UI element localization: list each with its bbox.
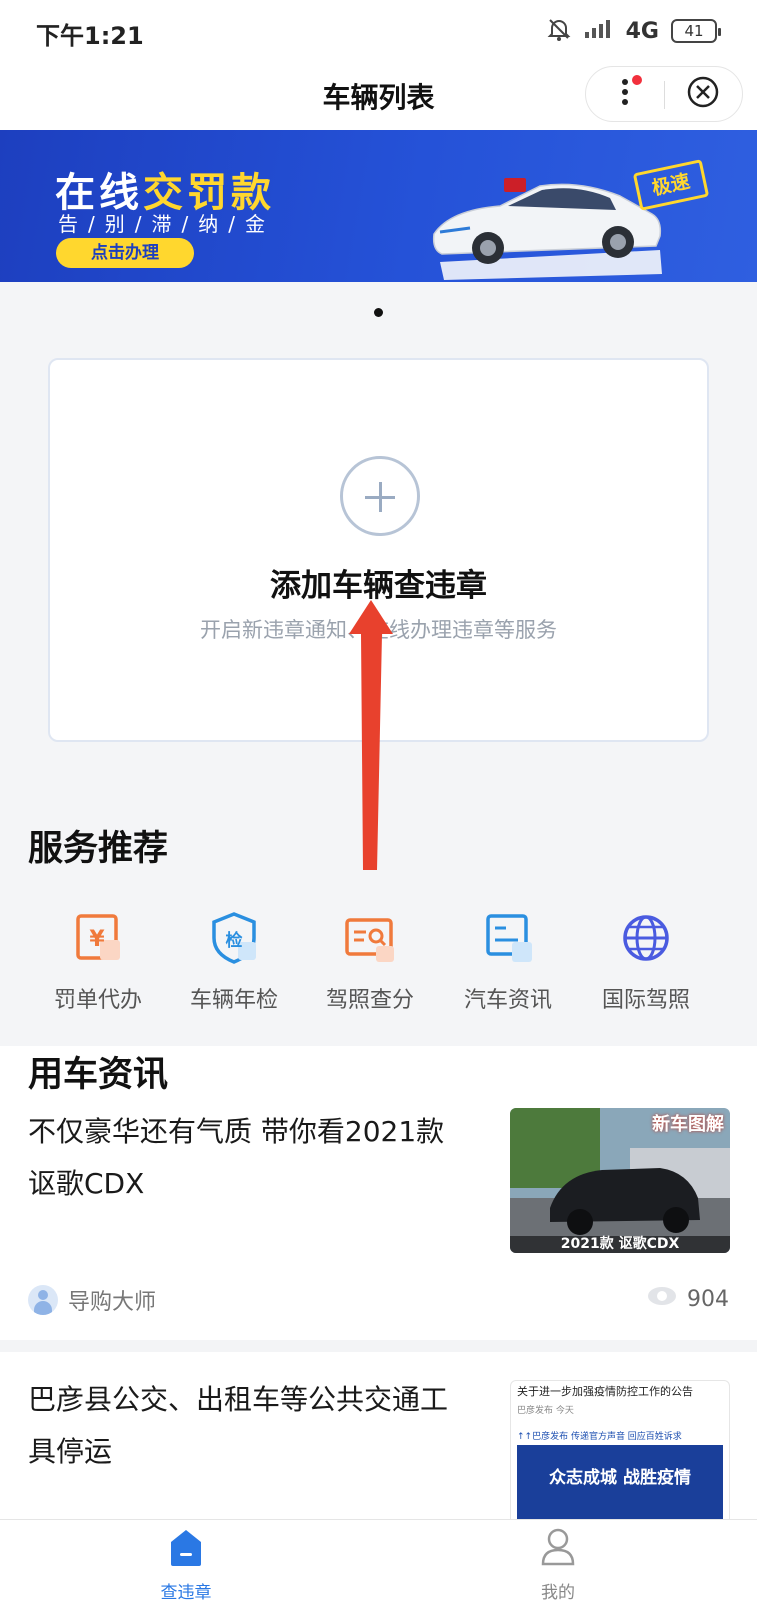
more-dots-icon (620, 77, 630, 111)
close-icon (686, 75, 720, 113)
service-label: 罚单代办 (53, 988, 142, 1013)
news-thumb-header: 关于进一步加强疫情防控工作的公告 (517, 1385, 693, 1398)
service-annual-inspection[interactable]: 检 车辆年检 (164, 900, 304, 1014)
news-thumb-slogan: 众志成城 战胜疫情 (549, 1468, 691, 1488)
service-car-news[interactable]: 汽车资讯 (438, 900, 578, 1014)
news-views: 904 (647, 1286, 729, 1312)
news-thumb-caption: 2021款 讴歌CDX (560, 1236, 680, 1252)
nav-bar: 车辆列表 (0, 62, 757, 130)
news-view-count: 904 (687, 1286, 729, 1312)
news-thumb-tag: 新车图解 (652, 1114, 724, 1135)
svg-text:检: 检 (226, 930, 243, 951)
news-title: 巴彦县公交、出租车等公共交通工具停运 (28, 1383, 449, 1468)
user-icon (539, 1528, 577, 1572)
add-plus-icon[interactable] (340, 456, 420, 536)
banner-action-button[interactable]: 点击办理 (56, 238, 194, 268)
service-intl-license[interactable]: 国际驾照 (576, 900, 716, 1014)
globe-icon (618, 910, 674, 966)
status-time: 下午1:21 (36, 22, 144, 50)
services-grid: ¥ 罚单代办 检 车辆年检 驾照查分 汽车资讯 国际驾照 (0, 900, 757, 1020)
home-icon (167, 1530, 205, 1572)
close-button[interactable] (664, 67, 742, 121)
news-meta: 导购大师 (28, 1284, 156, 1316)
mute-bell-icon (546, 16, 572, 46)
tab-mine[interactable]: 我的 (488, 1526, 628, 1600)
news-thumb-links: ↑↑巴彦发布 传递官方声音 回应百姓诉求 (517, 1432, 682, 1442)
ticket-yuan-icon: ¥ (70, 910, 126, 966)
news-thumbnail: 关于进一步加强疫情防控工作的公告 巴彦发布 今天 ↑↑巴彦发布 传递官方声音 回… (510, 1380, 730, 1525)
status-indicators: 4G 41 (546, 16, 721, 46)
tab-label: 查违章 (160, 1583, 212, 1600)
bottom-tab-bar: 查违章 我的 (0, 1519, 757, 1600)
battery-icon: 41 (671, 19, 721, 43)
service-label: 车辆年检 (189, 988, 278, 1013)
car-illustration (432, 178, 662, 280)
service-label: 国际驾照 (601, 988, 690, 1013)
svg-text:¥: ¥ (89, 927, 105, 952)
miniprogram-capsule (585, 66, 743, 122)
service-label: 驾照查分 (325, 988, 414, 1013)
add-vehicle-subtitle: 开启新违章通知、在线办理违章等服务 (200, 618, 557, 642)
promo-banner[interactable]: 在线交罚款 告/别/滞/纳/金 点击办理 极速 (0, 130, 757, 282)
notification-dot (632, 75, 642, 85)
news-thumb-slogan-box: 众志成城 战胜疫情 (517, 1445, 723, 1524)
license-search-icon (342, 910, 398, 966)
news-author: 导购大师 (68, 1290, 157, 1315)
news-thumb-source-name: 巴彦发布 (517, 1406, 554, 1416)
news-card-icon (480, 910, 536, 966)
news-title: 不仅豪华还有气质 带你看2021款讴歌CDX (28, 1115, 445, 1200)
news-thumb-time: 今天 (555, 1406, 574, 1416)
author-avatar (28, 1285, 58, 1315)
network-type: 4G (625, 18, 659, 44)
news-divider (0, 1340, 757, 1352)
tab-check-violations[interactable]: 查违章 (116, 1526, 256, 1600)
news-heading: 用车资讯 (28, 1055, 169, 1095)
eye-icon (647, 1286, 677, 1312)
speed-tag: 极速 (632, 159, 710, 211)
signal-icon (584, 18, 614, 44)
add-vehicle-title: 添加车辆查违章 (270, 568, 487, 604)
inspection-shield-icon: 检 (206, 910, 262, 966)
more-button[interactable] (586, 67, 664, 121)
add-vehicle-card[interactable]: 添加车辆查违章 开启新违章通知、在线办理违章等服务 (48, 358, 709, 742)
news-thumb-source: 巴彦发布 今天 (517, 1403, 574, 1416)
news-thumbnail: 新车图解 2021款 讴歌CDX (510, 1108, 730, 1253)
service-label: 汽车资讯 (463, 988, 552, 1013)
service-ticket-agent[interactable]: ¥ 罚单代办 (28, 900, 168, 1014)
tab-label: 我的 (541, 1583, 575, 1600)
services-heading: 服务推荐 (28, 829, 169, 869)
news-section: 用车资讯 不仅豪华还有气质 带你看2021款讴歌CDX 新车图解 2021款 讴… (0, 1046, 757, 1600)
status-bar: 下午1:21 4G 41 (0, 0, 757, 62)
service-license-points[interactable]: 驾照查分 (300, 900, 440, 1014)
banner-subtitle: 告/别/滞/纳/金 (58, 212, 275, 236)
carousel-indicator (374, 308, 383, 317)
